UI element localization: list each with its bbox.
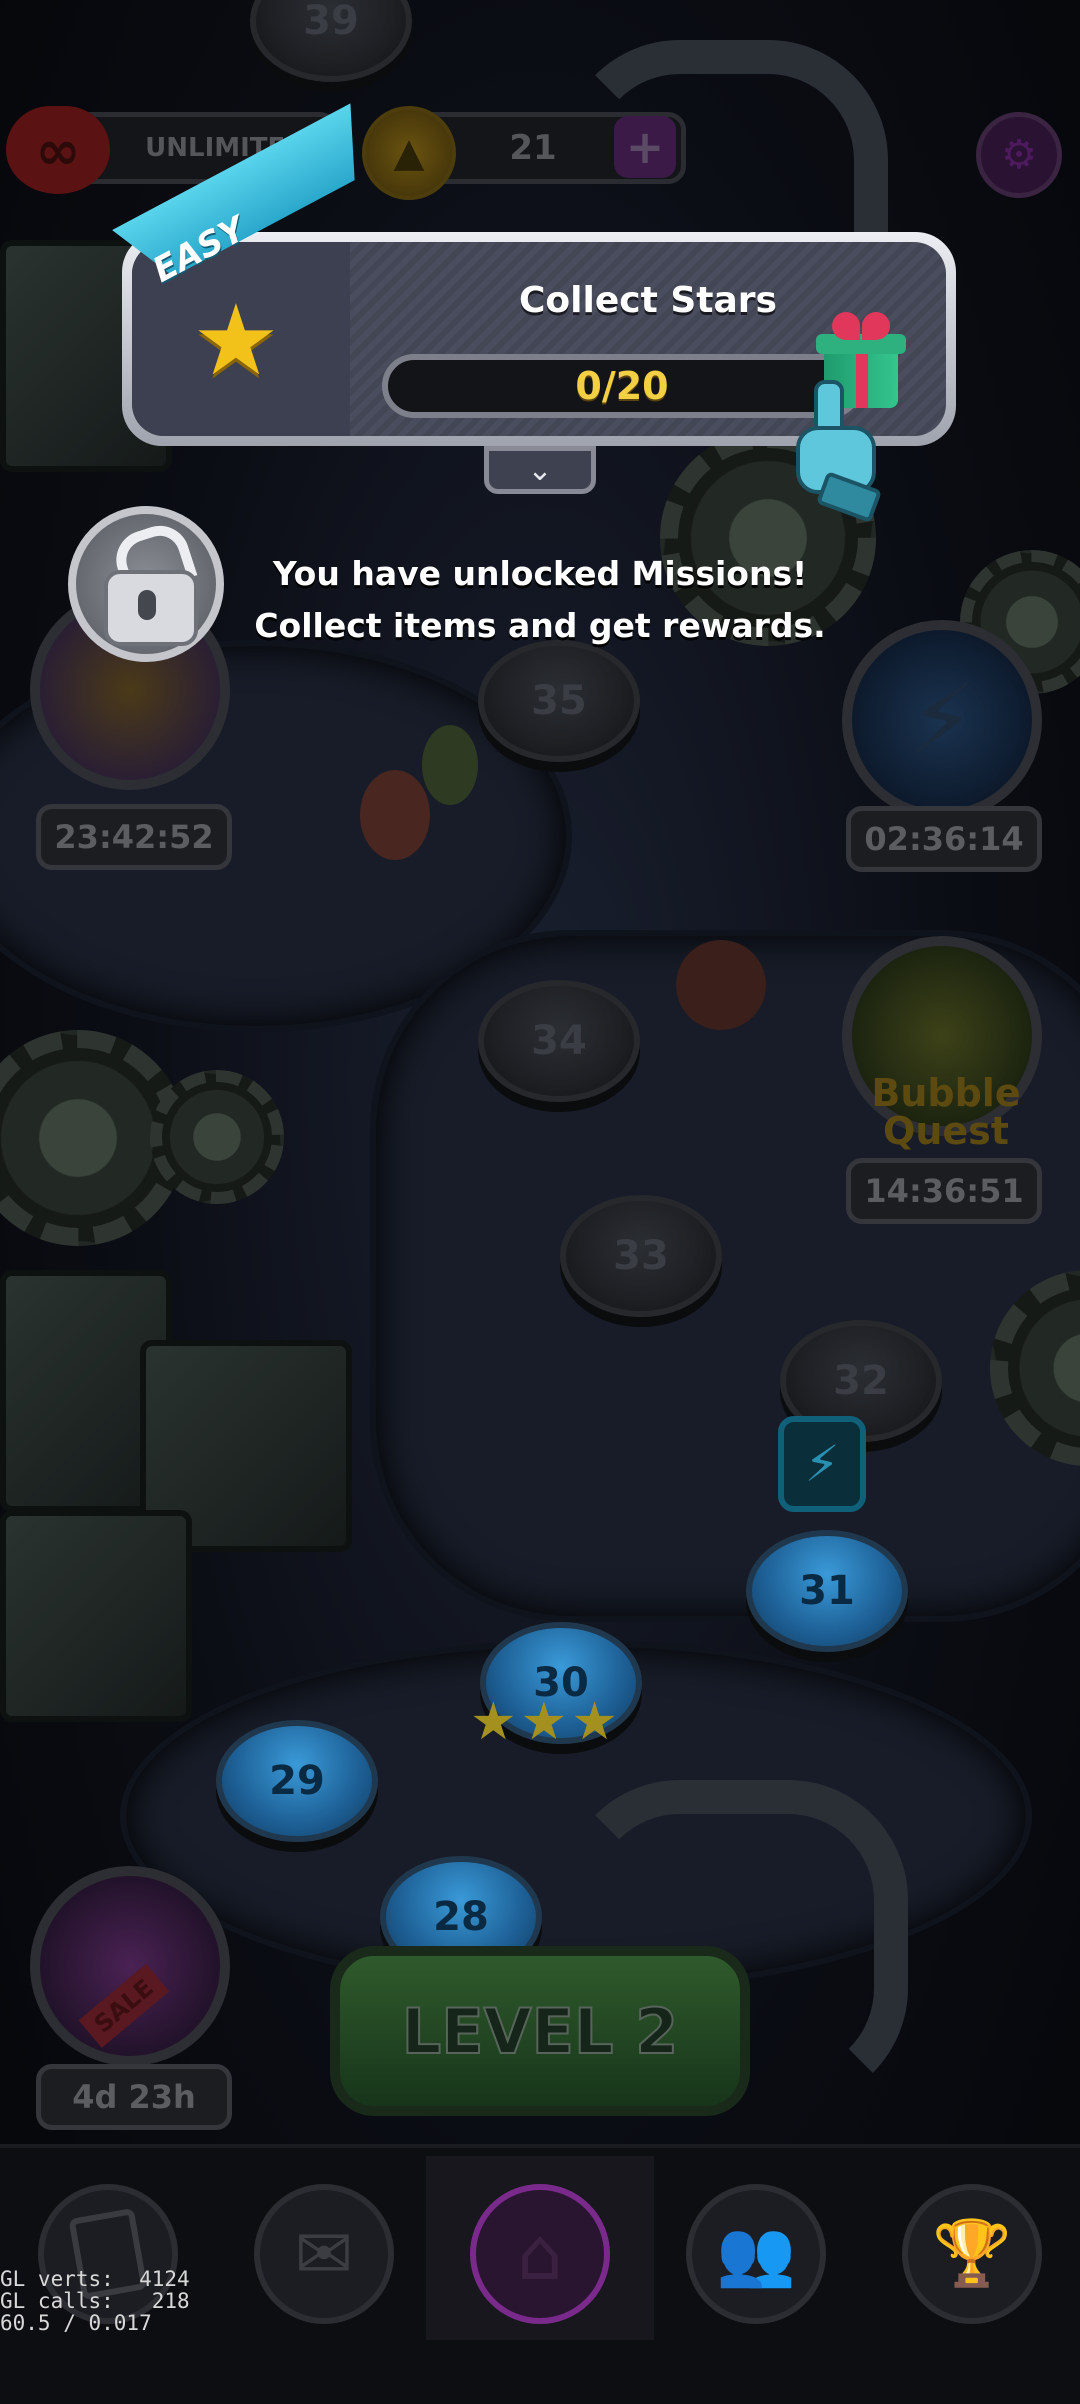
lever-decoration [360, 770, 430, 860]
nav-home-button[interactable]: ⌂ [470, 2184, 610, 2324]
nav-friends-button[interactable]: 👥 [686, 2184, 826, 2324]
sale-tag: SALE [78, 1964, 169, 2048]
level-node-33[interactable]: 33 [560, 1195, 722, 1317]
level-number: 33 [613, 1233, 669, 1279]
event-timer-bubble-quest: 14:36:51 [846, 1158, 1042, 1224]
coin-icon: ▲ [362, 106, 456, 200]
lightning-booster-icon: ⚡ [778, 1416, 866, 1512]
level-number: 39 [303, 0, 359, 44]
mail-icon: ✉ [294, 2213, 354, 2295]
message-line-1: You have unlocked Missions! [272, 554, 808, 593]
event-timer-sale: 4d 23h [36, 2064, 232, 2130]
home-icon: ⌂ [517, 2212, 563, 2296]
star-icon: ★ [470, 1692, 517, 1752]
coins-value: 21 [509, 128, 557, 168]
level-number: 31 [799, 1568, 855, 1614]
missions-unlocked-message: You have unlocked Missions! Collect item… [0, 548, 1080, 652]
nav-mail-button[interactable]: ✉ [254, 2184, 394, 2324]
level-node-31[interactable]: 31 [746, 1530, 908, 1652]
settings-gear-icon[interactable]: ⚙ [976, 112, 1062, 198]
star-icon: ★ [571, 1692, 618, 1752]
lever-decoration [676, 940, 766, 1030]
bubble-quest-label: Bubble Quest [871, 1071, 1021, 1153]
level-number: 28 [433, 1894, 489, 1940]
mission-progress-text: 0/20 [575, 364, 669, 408]
level-node-35[interactable]: 35 [478, 640, 640, 762]
nav-trophy-button[interactable]: 🏆 [902, 2184, 1042, 2324]
level-number: 32 [833, 1358, 889, 1404]
debug-fps: 60.5 / 0.017 [0, 2311, 152, 2335]
level-number: 29 [269, 1758, 325, 1804]
event-sale[interactable]: SALE [30, 1866, 230, 2066]
star-icon: ★ [192, 284, 280, 398]
event-timer-left-top: 23:42:52 [36, 804, 232, 870]
debug-gl-calls: GL calls: 218 [0, 2289, 190, 2313]
play-level-button[interactable]: LEVEL 2 [330, 1946, 750, 2116]
friends-icon: 👥 [716, 2217, 796, 2291]
debug-overlay: GL verts: 4124 GL calls: 218 60.5 / 0.017 [0, 2268, 190, 2334]
level-number: 35 [531, 678, 587, 724]
level-number: 34 [531, 1018, 587, 1064]
level-30-stars: ★ ★ ★ [470, 1696, 618, 1748]
level-node-39[interactable]: 39 [250, 0, 412, 82]
debug-gl-verts: GL verts: 4124 [0, 2267, 190, 2291]
tutorial-hand-icon [790, 380, 883, 523]
level-node-29[interactable]: 29 [216, 1720, 378, 1842]
trophy-icon: 🏆 [932, 2217, 1012, 2291]
gear-decoration [150, 1070, 284, 1204]
crate-decoration [0, 1510, 192, 1722]
heart-infinity-icon: ∞ [6, 106, 110, 194]
star-icon: ★ [520, 1692, 568, 1752]
chevron-down-icon[interactable]: ⌄ [484, 446, 596, 494]
play-level-label: LEVEL 2 [401, 1994, 679, 2069]
lever-decoration [422, 725, 478, 805]
level-node-34[interactable]: 34 [478, 980, 640, 1102]
add-coins-button[interactable]: + [614, 116, 676, 178]
message-line-2: Collect items and get rewards. [254, 606, 826, 645]
lightning-icon: ⚡ [908, 664, 976, 776]
event-timer-lightning: 02:36:14 [846, 806, 1042, 872]
